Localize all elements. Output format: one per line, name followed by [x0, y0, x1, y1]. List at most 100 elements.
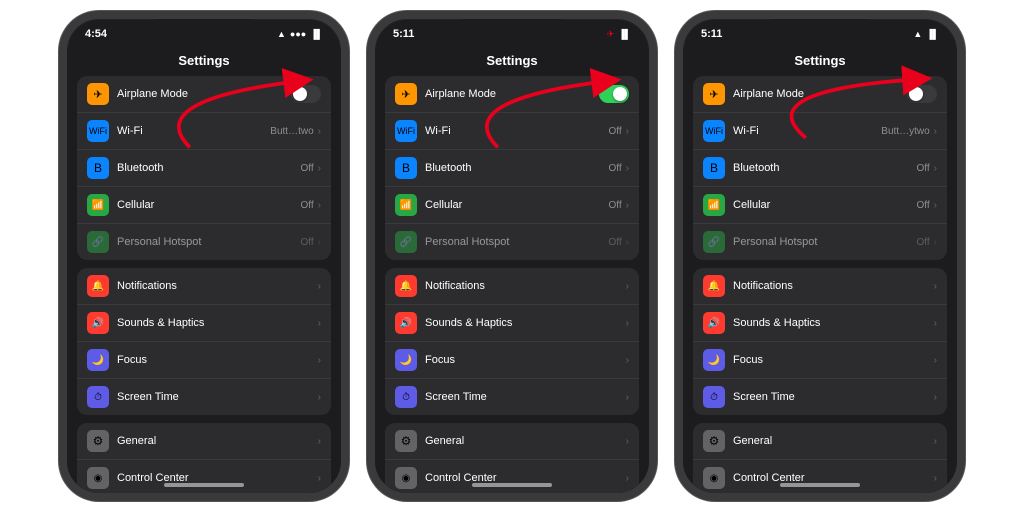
row-bluetooth-3[interactable]: B Bluetooth Off ›	[693, 150, 947, 187]
bluetooth-value-1: Off	[301, 163, 314, 174]
focus-label-3: Focus	[733, 354, 934, 366]
notch-3	[770, 19, 870, 41]
general-label-2: General	[425, 435, 626, 447]
row-notifications-3[interactable]: 🔔 Notifications ›	[693, 268, 947, 305]
status-icons-3: ▲ ▐▌	[913, 29, 939, 39]
row-wifi-2[interactable]: WiFi Wi-Fi Off ›	[385, 113, 639, 150]
focus-icon-3: 🌙	[703, 349, 725, 371]
row-sounds-2[interactable]: 🔊 Sounds & Haptics ›	[385, 305, 639, 342]
status-icons-1: ▲ ●●● ▐▌	[277, 29, 323, 39]
row-hotspot-3[interactable]: 🔗 Personal Hotspot Off ›	[693, 224, 947, 260]
airplane-label-3: Airplane Mode	[733, 88, 907, 100]
settings-title-3: Settings	[683, 49, 957, 76]
sounds-label-1: Sounds & Haptics	[117, 317, 318, 329]
row-screentime-3[interactable]: ⏱ Screen Time ›	[693, 379, 947, 415]
cellular-label-3: Cellular	[733, 199, 917, 211]
airplane-icon-2: ✈	[395, 83, 417, 105]
general-label-3: General	[733, 435, 934, 447]
row-airplane-2[interactable]: ✈ Airplane Mode	[385, 76, 639, 113]
bluetooth-value-2: Off	[609, 163, 622, 174]
wifi-label-2: Wi-Fi	[425, 125, 609, 137]
airplane-toggle-2[interactable]	[599, 85, 629, 103]
row-focus-1[interactable]: 🌙 Focus ›	[77, 342, 331, 379]
wifi-icon-2: WiFi	[395, 120, 417, 142]
cellular-label-2: Cellular	[425, 199, 609, 211]
screentime-label-1: Screen Time	[117, 391, 318, 403]
bluetooth-label-1: Bluetooth	[117, 162, 301, 174]
airplane-toggle-3[interactable]	[907, 85, 937, 103]
row-airplane-3[interactable]: ✈ Airplane Mode	[693, 76, 947, 113]
row-bluetooth-2[interactable]: B Bluetooth Off ›	[385, 150, 639, 187]
home-indicator-2	[472, 483, 552, 487]
sounds-chevron-1: ›	[318, 318, 321, 329]
group-notifications-1: 🔔 Notifications › 🔊 Sounds & Haptics › 🌙…	[77, 268, 331, 415]
row-wifi-1[interactable]: WiFi Wi-Fi Butt…two ›	[77, 113, 331, 150]
airplane-label-1: Airplane Mode	[117, 88, 291, 100]
notifications-label-3: Notifications	[733, 280, 934, 292]
phone-frame-2: 5:11 ✈ ▐▌ Settings ✈ Airplane Mode WiFi …	[367, 11, 657, 501]
notifications-label-2: Notifications	[425, 280, 626, 292]
row-general-2[interactable]: ⚙ General ›	[385, 423, 639, 460]
cellular-chevron-2: ›	[626, 200, 629, 211]
hotspot-value-1: Off	[301, 237, 314, 248]
wifi-value-1: Butt…two	[270, 126, 313, 137]
row-controlcenter-2[interactable]: ◉ Control Center ›	[385, 460, 639, 493]
group-connectivity-2: ✈ Airplane Mode WiFi Wi-Fi Off › B Bluet…	[385, 76, 639, 260]
notifications-chevron-3: ›	[934, 281, 937, 292]
row-cellular-1[interactable]: 📶 Cellular Off ›	[77, 187, 331, 224]
phone-1: 4:54 ▲ ●●● ▐▌ Settings ✈ Airplane Mode W…	[59, 11, 349, 501]
general-chevron-1: ›	[318, 436, 321, 447]
focus-label-1: Focus	[117, 354, 318, 366]
controlcenter-chevron-2: ›	[626, 473, 629, 484]
phone-frame-1: 4:54 ▲ ●●● ▐▌ Settings ✈ Airplane Mode W…	[59, 11, 349, 501]
wifi-label-1: Wi-Fi	[117, 125, 270, 137]
sounds-icon-3: 🔊	[703, 312, 725, 334]
row-sounds-3[interactable]: 🔊 Sounds & Haptics ›	[693, 305, 947, 342]
row-hotspot-2[interactable]: 🔗 Personal Hotspot Off ›	[385, 224, 639, 260]
row-notifications-1[interactable]: 🔔 Notifications ›	[77, 268, 331, 305]
bluetooth-label-3: Bluetooth	[733, 162, 917, 174]
row-general-3[interactable]: ⚙ General ›	[693, 423, 947, 460]
cellular-chevron-1: ›	[318, 200, 321, 211]
row-wifi-3[interactable]: WiFi Wi-Fi Butt…ytwo ›	[693, 113, 947, 150]
hotspot-label-1: Personal Hotspot	[117, 236, 301, 248]
row-screentime-1[interactable]: ⏱ Screen Time ›	[77, 379, 331, 415]
sounds-chevron-2: ›	[626, 318, 629, 329]
phone-2: 5:11 ✈ ▐▌ Settings ✈ Airplane Mode WiFi …	[367, 11, 657, 501]
row-cellular-3[interactable]: 📶 Cellular Off ›	[693, 187, 947, 224]
row-notifications-2[interactable]: 🔔 Notifications ›	[385, 268, 639, 305]
hotspot-chevron-2: ›	[626, 237, 629, 248]
airplane-toggle-1[interactable]	[291, 85, 321, 103]
screentime-label-2: Screen Time	[425, 391, 626, 403]
row-general-1[interactable]: ⚙ General ›	[77, 423, 331, 460]
cellular-value-3: Off	[917, 200, 930, 211]
row-focus-3[interactable]: 🌙 Focus ›	[693, 342, 947, 379]
home-indicator-1	[164, 483, 244, 487]
row-bluetooth-1[interactable]: B Bluetooth Off ›	[77, 150, 331, 187]
phone-frame-3: 5:11 ▲ ▐▌ Settings ✈ Airplane Mode WiFi …	[675, 11, 965, 501]
cellular-icon-1: 📶	[87, 194, 109, 216]
focus-chevron-2: ›	[626, 355, 629, 366]
notch-2	[462, 19, 562, 41]
row-airplane-1[interactable]: ✈ Airplane Mode	[77, 76, 331, 113]
focus-chevron-3: ›	[934, 355, 937, 366]
row-controlcenter-1[interactable]: ◉ Control Center ›	[77, 460, 331, 493]
row-screentime-2[interactable]: ⏱ Screen Time ›	[385, 379, 639, 415]
cellular-label-1: Cellular	[117, 199, 301, 211]
airplane-icon-3: ✈	[703, 83, 725, 105]
sounds-icon-2: 🔊	[395, 312, 417, 334]
row-focus-2[interactable]: 🌙 Focus ›	[385, 342, 639, 379]
row-controlcenter-3[interactable]: ◉ Control Center ›	[693, 460, 947, 493]
wifi-icon-3: WiFi	[703, 120, 725, 142]
row-hotspot-1[interactable]: 🔗 Personal Hotspot Off ›	[77, 224, 331, 260]
hotspot-value-2: Off	[609, 237, 622, 248]
row-sounds-1[interactable]: 🔊 Sounds & Haptics ›	[77, 305, 331, 342]
general-icon-2: ⚙	[395, 430, 417, 452]
battery-icon-1: ▐▌	[310, 29, 323, 39]
wifi-label-3: Wi-Fi	[733, 125, 881, 137]
row-cellular-2[interactable]: 📶 Cellular Off ›	[385, 187, 639, 224]
bluetooth-chevron-2: ›	[626, 163, 629, 174]
battery-icon-3: ▐▌	[926, 29, 939, 39]
screentime-icon-1: ⏱	[87, 386, 109, 408]
sounds-label-3: Sounds & Haptics	[733, 317, 934, 329]
